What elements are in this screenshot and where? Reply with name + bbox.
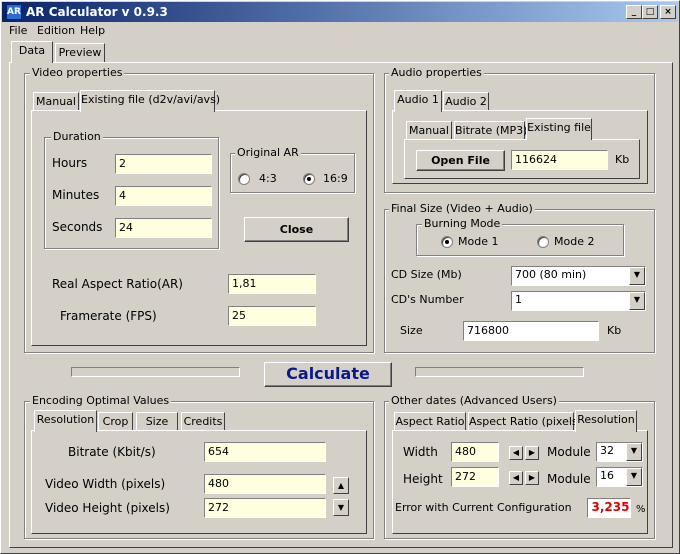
close-button[interactable]: Close (244, 217, 349, 242)
module-width-value: 32 (600, 444, 614, 457)
module-width-dropdown-icon[interactable]: ▼ (626, 443, 642, 461)
mode-1-radio[interactable] (441, 236, 453, 248)
title-bar[interactable]: AR AR Calculator v 0.9.3 _ □ × (2, 2, 678, 22)
other-dates-label: Other dates (Advanced Users) (389, 394, 559, 407)
decrease-arrow-icon[interactable]: ▼ (333, 499, 349, 516)
tab-audio-1[interactable]: Audio 1 (394, 90, 442, 112)
framerate-field[interactable]: 25 (228, 306, 316, 326)
tab-aspect-ratio-pixels[interactable]: Aspect Ratio (pixels) (468, 412, 582, 431)
ar-4-3-label: 4:3 (259, 172, 277, 185)
audio-size-unit: Kb (615, 153, 630, 166)
tab-other-resolution[interactable]: Resolution (575, 410, 637, 432)
right-progress-bar (415, 367, 584, 377)
calculate-button[interactable]: Calculate (264, 362, 392, 387)
app-icon: AR (6, 4, 22, 20)
cd-number-dropdown-icon[interactable]: ▼ (629, 292, 645, 310)
close-window-button[interactable]: × (660, 5, 676, 19)
module-height-value: 16 (600, 469, 614, 482)
bitrate-field[interactable]: 654 (204, 442, 326, 462)
original-ar-label: Original AR (235, 146, 301, 159)
burning-mode-label: Burning Mode (422, 217, 503, 230)
seconds-field[interactable]: 24 (115, 218, 212, 238)
height-right-arrow-icon[interactable]: ▶ (525, 471, 539, 485)
error-percent: % (636, 504, 646, 515)
left-progress-bar (71, 367, 240, 377)
ar-16-9-radio[interactable] (303, 173, 315, 185)
hours-field[interactable]: 2 (115, 154, 212, 174)
cd-size-select[interactable]: 700 (80 min) ▼ (511, 266, 646, 286)
final-size-label: Final Size (Video + Audio) (389, 202, 535, 215)
minimize-button[interactable]: _ (626, 5, 642, 19)
error-label: Error with Current Configuration (395, 501, 572, 514)
tab-size[interactable]: Size (136, 412, 178, 431)
increase-arrow-icon[interactable]: ▲ (333, 477, 349, 494)
width-left-arrow-icon[interactable]: ◀ (509, 446, 523, 460)
minutes-field[interactable]: 4 (115, 186, 212, 206)
size-label: Size (400, 324, 423, 337)
video-width-label: Video Width (pixels) (45, 477, 166, 491)
encoding-optimal-label: Encoding Optimal Values (30, 394, 172, 407)
menu-edition[interactable]: Edition (37, 24, 75, 38)
tab-video-existing-file[interactable]: Existing file (d2v/avi/avs) (80, 90, 220, 112)
menu-help[interactable]: Help (80, 24, 105, 38)
video-height-field[interactable]: 272 (204, 498, 326, 518)
framerate-label: Framerate (FPS) (60, 309, 157, 323)
video-height-label: Video Height (pixels) (45, 501, 170, 515)
app-window: AR AR Calculator v 0.9.3 _ □ × File Edit… (0, 0, 680, 554)
cd-number-value: 1 (515, 293, 522, 306)
open-file-button[interactable]: Open File (416, 150, 505, 171)
mode-2-radio[interactable] (537, 236, 549, 248)
other-height-field[interactable]: 272 (451, 467, 499, 487)
cd-size-value: 700 (80 min) (515, 268, 587, 281)
tab-video-manual[interactable]: Manual (33, 92, 79, 111)
cd-number-label: CD's Number (391, 293, 464, 306)
tab-audio-bitrate[interactable]: Bitrate (MP3) (454, 121, 527, 140)
cd-number-select[interactable]: 1 ▼ (511, 291, 646, 311)
tab-preview[interactable]: Preview (55, 43, 105, 63)
other-width-label: Width (403, 445, 438, 459)
bitrate-label: Bitrate (Kbit/s) (68, 445, 156, 459)
final-size-unit: Kb (607, 324, 622, 337)
real-ar-label: Real Aspect Ratio(AR) (52, 277, 183, 291)
tab-resolution[interactable]: Resolution (34, 410, 97, 432)
module-height-select[interactable]: 16 ▼ (596, 467, 643, 487)
error-value: 3,235 (587, 498, 631, 518)
cd-size-dropdown-icon[interactable]: ▼ (629, 267, 645, 285)
tab-crop[interactable]: Crop (98, 412, 133, 431)
tab-audio-2[interactable]: Audio 2 (443, 92, 489, 111)
maximize-button[interactable]: □ (642, 5, 658, 19)
tab-credits[interactable]: Credits (181, 412, 225, 431)
mode-1-label: Mode 1 (458, 235, 499, 248)
cd-size-label: CD Size (Mb) (391, 268, 462, 281)
video-width-field[interactable]: 480 (204, 474, 326, 494)
minutes-label: Minutes (52, 188, 100, 202)
tab-aspect-ratio[interactable]: Aspect Ratio (394, 412, 466, 431)
window-title: AR Calculator v 0.9.3 (26, 5, 168, 19)
final-size-field[interactable]: 716800 (463, 321, 599, 341)
module-height-dropdown-icon[interactable]: ▼ (626, 468, 642, 486)
height-left-arrow-icon[interactable]: ◀ (509, 471, 523, 485)
tab-audio-manual[interactable]: Manual (406, 121, 452, 140)
ar-16-9-label: 16:9 (323, 172, 348, 185)
module-width-select[interactable]: 32 ▼ (596, 442, 643, 462)
ar-4-3-radio[interactable] (238, 173, 250, 185)
tab-data[interactable]: Data (11, 41, 53, 63)
duration-label: Duration (51, 130, 103, 143)
module-height-label: Module (547, 472, 591, 486)
other-width-field[interactable]: 480 (451, 442, 499, 462)
seconds-label: Seconds (52, 220, 103, 234)
mode-2-label: Mode 2 (554, 235, 595, 248)
audio-size-field[interactable]: 116624 (511, 150, 608, 170)
audio-properties-label: Audio properties (389, 66, 484, 79)
hours-label: Hours (52, 156, 88, 170)
real-ar-field[interactable]: 1,81 (228, 274, 316, 294)
menu-file[interactable]: File (9, 24, 27, 38)
width-right-arrow-icon[interactable]: ▶ (525, 446, 539, 460)
other-height-label: Height (403, 472, 443, 486)
video-properties-label: Video properties (30, 66, 125, 79)
module-width-label: Module (547, 445, 591, 459)
tab-audio-existing-file[interactable]: Existing file (526, 118, 592, 140)
